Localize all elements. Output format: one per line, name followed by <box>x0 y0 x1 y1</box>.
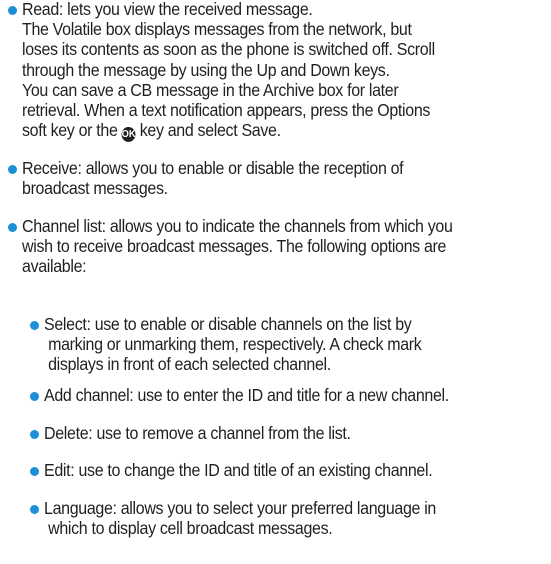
text-line: which to display cell broadcast messages… <box>44 518 333 539</box>
bullet-icon <box>8 223 17 232</box>
text-line: wish to receive broadcast messages. The … <box>22 236 447 257</box>
text-line: through the message by using the Up and … <box>22 59 390 80</box>
item-text: Channel list: allows you to indicate the… <box>22 216 453 277</box>
item-text: Read: lets you view the received message… <box>22 0 435 143</box>
item-text: Edit: use to change the ID and title of … <box>44 460 433 480</box>
text-line: broadcast messages. <box>22 178 168 199</box>
item-text: Delete: use to remove a channel from the… <box>44 423 351 443</box>
text-line: marking or unmarking them, respectively.… <box>44 334 422 355</box>
text-line: key and select Save. <box>139 120 281 141</box>
text-line: You can save a CB message in the Archive… <box>22 79 399 100</box>
item-text: Add channel: use to enter the ID and tit… <box>44 385 449 405</box>
text-line: retrieval. When a text notification appe… <box>22 100 431 121</box>
text-line: Select: use to enable or disable channel… <box>44 314 412 334</box>
text-line: soft key or the <box>22 120 118 141</box>
manual-page: Read: lets you view the received message… <box>0 0 551 564</box>
bullet-icon <box>30 430 39 439</box>
item-text: Receive: allows you to enable or disable… <box>22 158 404 199</box>
item-text: Select: use to enable or disable channel… <box>44 314 422 375</box>
ok-key-icon: OK <box>121 127 136 143</box>
text-line: The Volatile box displays messages from … <box>22 19 412 40</box>
bullet-icon <box>8 165 17 174</box>
text-line: displays in front of each selected chann… <box>44 354 331 375</box>
item-text: Language: allows you to select your pref… <box>44 498 436 538</box>
text-line: Read: lets you view the received message… <box>22 0 313 19</box>
text-line: loses its contents as soon as the phone … <box>22 39 435 60</box>
text-line: Edit: use to change the ID and title of … <box>44 460 433 480</box>
text-line: available: <box>22 256 87 277</box>
bullet-icon <box>8 6 17 15</box>
text-line: Receive: allows you to enable or disable… <box>22 158 404 178</box>
bullet-icon <box>30 392 39 401</box>
bullet-icon <box>30 321 39 330</box>
bullet-icon <box>30 467 39 476</box>
bullet-icon <box>30 505 39 514</box>
text-line: Add channel: use to enter the ID and tit… <box>44 385 449 405</box>
text-line: Delete: use to remove a channel from the… <box>44 423 351 443</box>
text-line: Language: allows you to select your pref… <box>44 498 436 518</box>
text-line: Channel list: allows you to indicate the… <box>22 216 453 236</box>
